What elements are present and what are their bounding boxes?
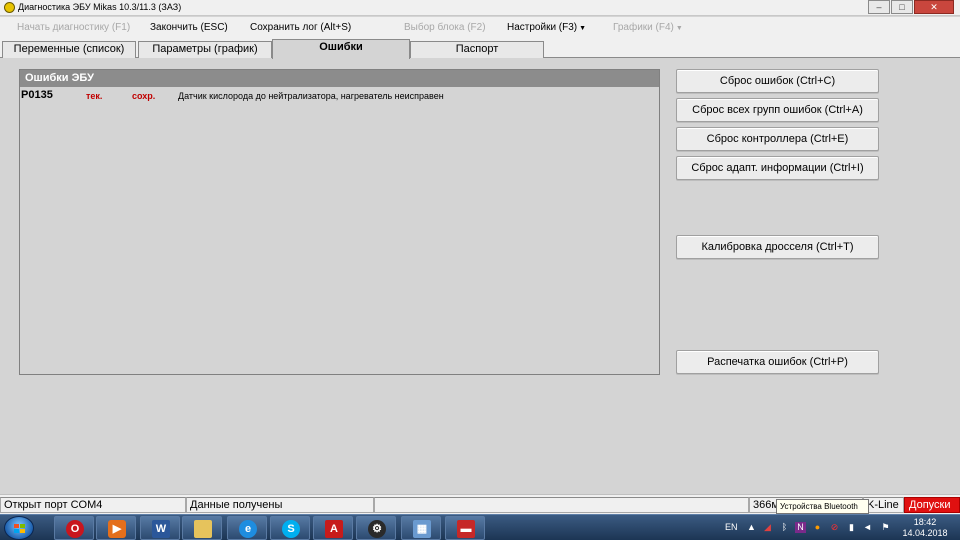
- file-explorer-icon: [194, 520, 212, 538]
- tab-variables[interactable]: Переменные (список): [2, 41, 136, 58]
- battery-icon[interactable]: ▮: [846, 522, 857, 533]
- bluetooth-tooltip: Устройства Bluetooth: [776, 499, 869, 514]
- word-icon: W: [152, 520, 170, 538]
- language-indicator[interactable]: EN: [725, 522, 738, 540]
- error-saved-flag: сохр.: [132, 91, 156, 101]
- maximize-button[interactable]: □: [891, 0, 913, 14]
- taskbar-control-panel[interactable]: ▦: [401, 516, 441, 540]
- reset-all-groups-button[interactable]: Сброс всех групп ошибок (Ctrl+A): [676, 98, 879, 122]
- taskbar-skype[interactable]: S: [270, 516, 310, 540]
- taskbar-internet-explorer[interactable]: e: [227, 516, 267, 540]
- error-row[interactable]: P0135 тек. сохр. Датчик кислорода до ней…: [20, 89, 659, 105]
- minimize-icon: –: [876, 2, 882, 12]
- dropdown-arrow-icon: ▼: [579, 25, 587, 32]
- flag-icon[interactable]: ⚑: [880, 522, 891, 533]
- system-clock[interactable]: 18:42 14.04.2018: [897, 517, 953, 539]
- title-bar: Диагностика ЭБУ Mikas 10.3/11.3 (ЗАЗ) – …: [0, 0, 960, 16]
- opera-icon: O: [66, 520, 84, 538]
- tab-errors[interactable]: Ошибки: [272, 39, 410, 59]
- status-port: Открыт порт COM4: [0, 497, 186, 513]
- tab-bar: Переменные (список) Параметры (график) О…: [0, 39, 960, 59]
- status-kline: K-Line: [863, 497, 904, 513]
- taskbar-acrobat[interactable]: A: [313, 516, 353, 540]
- menu-finish[interactable]: Закончить (ESC): [150, 22, 228, 33]
- antivirus-icon[interactable]: ⊘: [829, 522, 840, 533]
- clock-date: 14.04.2018: [902, 528, 948, 538]
- reset-adapt-info-button[interactable]: Сброс адапт. информации (Ctrl+I): [676, 156, 879, 180]
- window-title: Диагностика ЭБУ Mikas 10.3/11.3 (ЗАЗ): [18, 2, 182, 12]
- bluetooth-icon[interactable]: ᛒ: [779, 522, 790, 533]
- status-data: Данные получены: [186, 497, 374, 513]
- app-icon: [4, 2, 15, 13]
- taskbar-word[interactable]: W: [140, 516, 180, 540]
- taskbar: O ▶ W e S A ⚙ ▦ ▬ EN ▲ ◢ ᛒ N ● ⊘ ▮ ◄ ⚑ 1…: [0, 514, 960, 540]
- window-controls: – □ ✕: [867, 0, 954, 14]
- notification-icon[interactable]: ●: [812, 522, 823, 533]
- reset-errors-button[interactable]: Сброс ошибок (Ctrl+C): [676, 69, 879, 93]
- menu-select-block[interactable]: Выбор блока (F2): [404, 22, 486, 33]
- dropdown-arrow-icon: ▼: [675, 25, 683, 32]
- status-tolerances: Допуски: [904, 497, 960, 513]
- onenote-icon[interactable]: N: [795, 522, 806, 533]
- acrobat-icon: A: [325, 520, 343, 538]
- close-icon: ✕: [930, 2, 938, 12]
- diagnostic-app-icon: ⚙: [368, 520, 386, 538]
- error-code: P0135: [21, 89, 53, 101]
- menu-save-log[interactable]: Сохранить лог (Alt+S): [250, 22, 351, 33]
- error-description: Датчик кислорода до нейтрализатора, нагр…: [178, 91, 444, 101]
- menu-start-diagnostics[interactable]: Начать диагностику (F1): [17, 22, 130, 33]
- control-panel-icon: ▦: [413, 520, 431, 538]
- clock-time: 18:42: [913, 517, 937, 527]
- taskbar-toolbox[interactable]: ▬: [445, 516, 485, 540]
- internet-explorer-icon: e: [239, 520, 257, 538]
- taskbar-diagnostic-app[interactable]: ⚙: [356, 516, 396, 540]
- throttle-calibration-button[interactable]: Калибровка дросселя (Ctrl+T): [676, 235, 879, 259]
- show-hidden-icons[interactable]: ▲: [746, 522, 757, 533]
- tab-parameters[interactable]: Параметры (график): [138, 41, 272, 58]
- skype-icon: S: [282, 520, 300, 538]
- tab-passport[interactable]: Паспорт: [410, 41, 544, 58]
- media-player-icon: ▶: [108, 520, 126, 538]
- windows-logo-icon: [14, 524, 25, 534]
- menu-graphs[interactable]: Графики (F4) ▼: [613, 22, 683, 33]
- taskbar-media-player[interactable]: ▶: [96, 516, 136, 540]
- close-button[interactable]: ✕: [914, 0, 954, 14]
- network-icon[interactable]: ◢: [762, 522, 773, 533]
- errors-panel: Ошибки ЭБУ P0135 тек. сохр. Датчик кисло…: [19, 69, 660, 375]
- reset-controller-button[interactable]: Сброс контроллера (Ctrl+E): [676, 127, 879, 151]
- error-current-flag: тек.: [86, 91, 103, 101]
- volume-icon[interactable]: ◄: [862, 522, 873, 533]
- minimize-button[interactable]: –: [868, 0, 890, 14]
- toolbox-icon: ▬: [457, 520, 475, 538]
- print-errors-button[interactable]: Распечатка ошибок (Ctrl+P): [676, 350, 879, 374]
- maximize-icon: □: [899, 2, 905, 12]
- taskbar-file-explorer[interactable]: [182, 516, 222, 540]
- menu-settings-label: Настройки (F3): [507, 22, 578, 33]
- menu-graphs-label: Графики (F4): [613, 22, 674, 33]
- status-empty: [374, 497, 749, 513]
- menu-bar: Начать диагностику (F1) Закончить (ESC) …: [0, 17, 960, 39]
- taskbar-opera[interactable]: O: [54, 516, 94, 540]
- menu-settings[interactable]: Настройки (F3) ▼: [507, 22, 586, 33]
- errors-panel-header: Ошибки ЭБУ: [20, 70, 659, 87]
- start-button[interactable]: [4, 516, 34, 540]
